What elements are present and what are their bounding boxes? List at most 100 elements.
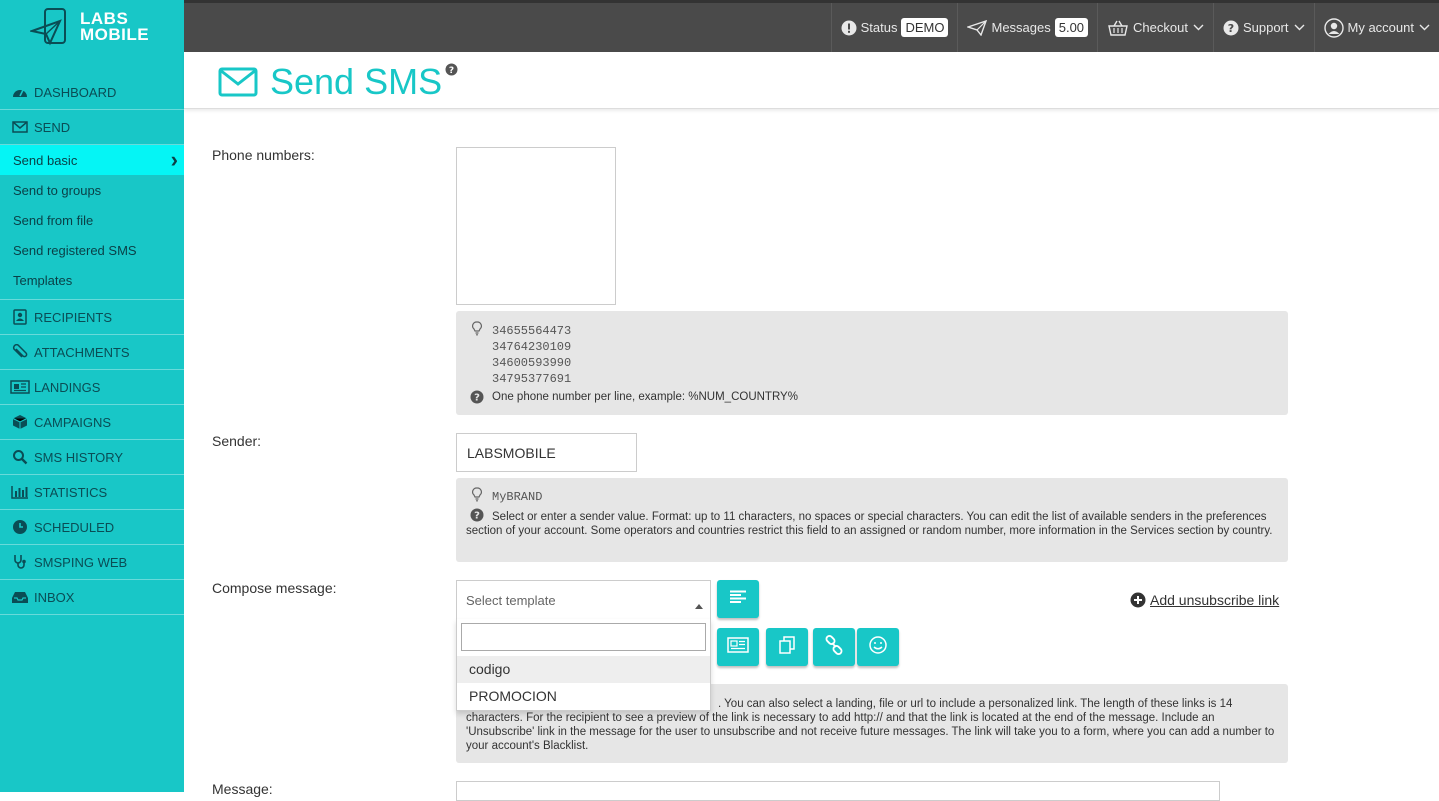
sidebar-nav: DASHBOARD SEND Send basic Send to groups… — [0, 75, 184, 615]
paperclip-icon — [10, 344, 30, 360]
sidebar-item-label: RECIPIENTS — [34, 309, 113, 325]
copy-icon — [777, 635, 797, 660]
top-bar: Status DEMO Messages 5.00 Checkout ? Sup… — [184, 0, 1439, 52]
envelope-icon — [10, 121, 30, 133]
template-select[interactable]: Select template — [456, 580, 711, 620]
sender-help-text: Select or enter a sender value. Format: … — [466, 511, 1273, 537]
template-search-input[interactable] — [461, 623, 706, 651]
sidebar-item-sms-history[interactable]: SMS HISTORY — [0, 440, 184, 475]
exclamation-circle-icon — [841, 20, 857, 36]
sidebar-item-attachments[interactable]: ATTACHMENTS — [0, 335, 184, 370]
align-left-icon — [729, 590, 747, 609]
phone-example: 34764230109 — [492, 340, 572, 354]
messages-balance-badge: 5.00 — [1054, 18, 1089, 37]
sender-input[interactable] — [456, 433, 637, 472]
chevron-down-icon — [1193, 24, 1204, 31]
sidebar-item-label: SCHEDULED — [34, 519, 115, 535]
svg-text:?: ? — [474, 393, 480, 404]
sender-label: Sender: — [212, 433, 262, 449]
plus-circle-icon — [1130, 592, 1146, 608]
add-unsubscribe-link[interactable]: Add unsubscribe link — [1130, 592, 1279, 608]
brand-logo[interactable]: LABS MOBILE — [0, 0, 184, 54]
clock-icon — [10, 519, 30, 535]
sidebar-item-campaigns[interactable]: CAMPAIGNS — [0, 405, 184, 440]
lightbulb-icon — [472, 487, 482, 505]
template-select-placeholder: Select template — [466, 592, 556, 608]
checkout-label: Checkout — [1133, 20, 1188, 35]
sidebar-item-label: LANDINGS — [34, 379, 101, 395]
newspaper-icon — [727, 636, 749, 658]
messages-menu[interactable]: Messages 5.00 — [957, 3, 1097, 52]
envelope-icon — [218, 67, 258, 97]
send-submenu: Send basic Send to groups Send from file… — [0, 145, 184, 300]
newspaper-icon — [10, 380, 30, 394]
title-help-icon[interactable]: ? — [445, 63, 458, 79]
align-left-button[interactable] — [717, 580, 759, 618]
top-bar-menu: Status DEMO Messages 5.00 Checkout ? Sup… — [830, 3, 1439, 52]
cube-icon — [10, 414, 30, 430]
brand-line2: MOBILE — [80, 25, 150, 44]
sidebar-item-dashboard[interactable]: DASHBOARD — [0, 75, 184, 110]
subnav-send-from-file[interactable]: Send from file — [0, 205, 184, 235]
brand-name: LABS MOBILE — [80, 10, 150, 44]
subnav-send-to-groups[interactable]: Send to groups — [0, 175, 184, 205]
question-circle-icon: ? — [470, 390, 484, 407]
support-label: Support — [1242, 20, 1289, 35]
sidebar-item-label: DASHBOARD — [34, 84, 117, 100]
basket-icon — [1107, 20, 1129, 36]
phone-example: 34600593990 — [492, 356, 572, 370]
sidebar-item-label: CAMPAIGNS — [34, 414, 112, 430]
sidebar-item-statistics[interactable]: STATISTICS — [0, 475, 184, 510]
sidebar-item-smsping-web[interactable]: SMSPING WEB — [0, 545, 184, 580]
phone-example: 34795377691 — [492, 372, 572, 386]
dashboard-icon — [10, 85, 30, 99]
template-option[interactable]: PROMOCION — [457, 683, 710, 710]
subnav-send-basic[interactable]: Send basic — [0, 145, 184, 175]
sidebar-item-inbox[interactable]: INBOX — [0, 580, 184, 615]
link-icon — [824, 634, 844, 660]
compose-label: Compose message: — [212, 580, 337, 596]
insert-landing-button[interactable] — [717, 628, 759, 666]
account-label: My account — [1347, 20, 1414, 35]
add-unsubscribe-label: Add unsubscribe link — [1150, 592, 1280, 608]
stethoscope-icon — [10, 554, 30, 570]
bar-chart-icon — [10, 485, 30, 499]
support-menu[interactable]: ? Support — [1212, 3, 1314, 52]
sidebar-item-send[interactable]: SEND — [0, 110, 184, 145]
phone-help-text: One phone number per line, example: %NUM… — [492, 391, 798, 403]
sender-hint: MyBRAND ? Select or enter a sender value… — [456, 478, 1288, 562]
insert-link-button[interactable] — [813, 628, 855, 666]
checkout-menu[interactable]: Checkout — [1097, 3, 1213, 52]
sidebar-item-landings[interactable]: LANDINGS — [0, 370, 184, 405]
page-title: Send SMS ? — [218, 61, 458, 103]
message-textarea[interactable] — [456, 781, 1220, 801]
sidebar-item-label: INBOX — [34, 589, 75, 605]
insert-emoji-button[interactable] — [857, 628, 899, 666]
status-badge: DEMO — [901, 18, 949, 37]
svg-text:?: ? — [449, 66, 454, 76]
search-icon — [10, 449, 30, 465]
inbox-icon — [10, 590, 30, 604]
template-option[interactable]: codigo — [457, 656, 710, 683]
insert-file-button[interactable] — [766, 628, 808, 666]
sidebar-item-recipients[interactable]: RECIPIENTS — [0, 300, 184, 335]
lightbulb-icon — [472, 321, 482, 339]
phone-example: 34655564473 — [492, 324, 572, 338]
sidebar-item-label: SEND — [34, 119, 71, 135]
account-menu[interactable]: My account — [1313, 3, 1439, 52]
sidebar-item-label: STATISTICS — [34, 484, 108, 500]
subnav-templates[interactable]: Templates — [0, 265, 184, 295]
caret-up-icon — [695, 597, 703, 612]
phone-numbers-label: Phone numbers: — [212, 147, 315, 163]
question-circle-icon: ? — [1223, 20, 1239, 36]
paper-plane-phone-icon — [30, 8, 66, 46]
subnav-send-registered-sms[interactable]: Send registered SMS — [0, 235, 184, 265]
status-menu[interactable]: Status DEMO — [830, 3, 958, 52]
sidebar: LABS MOBILE DASHBOARD SEND Send basic Se… — [0, 0, 184, 792]
sidebar-item-scheduled[interactable]: SCHEDULED — [0, 510, 184, 545]
phone-numbers-textarea[interactable] — [456, 147, 616, 305]
smiley-icon — [868, 635, 888, 660]
user-circle-icon — [1323, 17, 1344, 38]
phone-examples: 34655564473 34764230109 34600593990 3479… — [492, 323, 571, 387]
template-dropdown: codigo PROMOCION — [456, 619, 711, 711]
